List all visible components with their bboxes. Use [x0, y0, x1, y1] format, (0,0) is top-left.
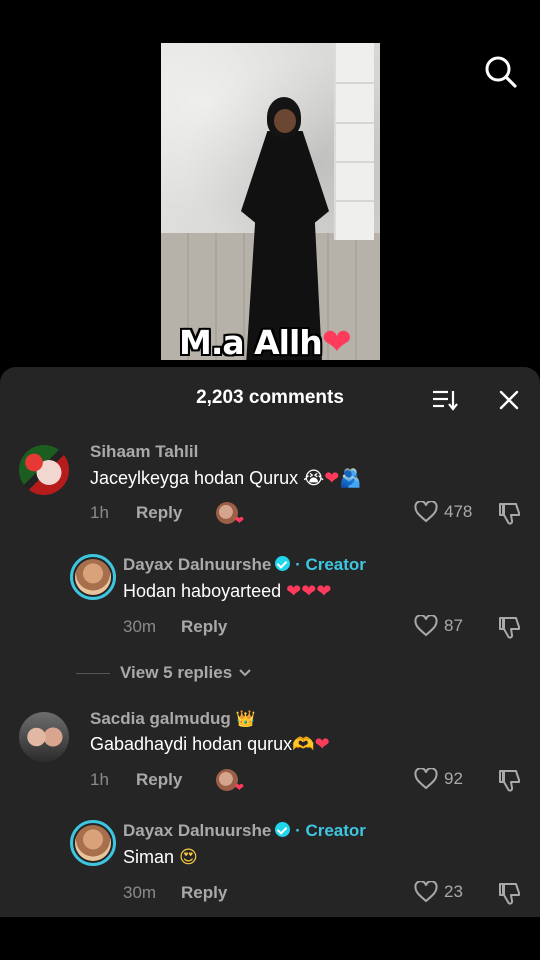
avatar[interactable]	[19, 445, 69, 495]
search-button[interactable]	[484, 55, 518, 89]
creator-avatar[interactable]	[70, 554, 116, 600]
heart-emoji: ❤	[321, 322, 352, 360]
divider	[76, 672, 110, 674]
video-shelf	[334, 43, 374, 240]
like-count: 87	[444, 616, 463, 635]
heart-emoji: ❤	[316, 581, 332, 602]
dislike-icon	[499, 617, 520, 639]
comment-text: Gabadhaydi hodan qurux🫶❤	[90, 734, 330, 755]
dislike-icon	[499, 883, 520, 905]
reply-button[interactable]: Reply	[136, 503, 182, 523]
dislike-icon	[499, 503, 520, 525]
like-button[interactable]: 87	[414, 615, 463, 637]
comment-text: Jaceylkeyga hodan Qurux 😭❤🫂	[90, 468, 362, 489]
verified-icon	[275, 556, 291, 571]
close-button[interactable]	[498, 389, 520, 411]
verified-icon	[275, 822, 291, 837]
heart-outline-icon	[414, 615, 438, 637]
comment-text: Siman 😍	[123, 847, 198, 868]
crying-emoji: 😭	[303, 468, 325, 489]
comments-sheet: 2,203 comments Sihaam Tahlil Jaceylkeyga…	[0, 367, 540, 917]
comment-username[interactable]: Dayax Dalnuurshe · Creator	[123, 555, 366, 575]
like-button[interactable]: 478	[414, 501, 472, 523]
reply-button[interactable]: Reply	[136, 770, 182, 790]
sort-button[interactable]	[432, 389, 458, 411]
comment-username[interactable]: Dayax Dalnuurshe · Creator	[123, 821, 366, 841]
like-button[interactable]: 23	[414, 881, 463, 903]
reply-button[interactable]: Reply	[181, 617, 227, 637]
close-icon	[499, 390, 519, 410]
chevron-down-icon	[239, 669, 251, 677]
dislike-button[interactable]	[497, 768, 521, 792]
dislike-button[interactable]	[497, 615, 521, 639]
heart-eyes-emoji: 😍	[179, 847, 198, 868]
heart-emoji: ❤	[314, 734, 330, 755]
heart-outline-icon	[414, 768, 438, 790]
comments-count-title: 2,203 comments	[196, 387, 344, 408]
like-count: 92	[444, 769, 463, 788]
avatar[interactable]	[19, 712, 69, 762]
reply-button[interactable]: Reply	[181, 883, 227, 903]
comment-username[interactable]: Sacdia galmudug 👑	[90, 709, 255, 729]
view-replies-button[interactable]: View 5 replies	[76, 663, 252, 683]
like-button[interactable]: 92	[414, 768, 463, 790]
like-count: 23	[444, 882, 463, 901]
comment-time: 30m	[123, 617, 157, 636]
video-person	[237, 97, 329, 360]
heart-emoji: ❤	[324, 468, 340, 489]
heart-hands-emoji: 🫶	[292, 734, 315, 755]
dislike-icon	[499, 770, 520, 792]
sort-icon	[433, 390, 458, 411]
dislike-button[interactable]	[497, 881, 521, 905]
view-replies-label: View 5 replies	[120, 663, 233, 682]
creator-liked-avatar: ❤	[216, 769, 244, 794]
heart-outline-icon	[414, 501, 438, 523]
comment-time: 1h	[90, 770, 109, 789]
crown-emoji: 👑	[235, 711, 256, 728]
creator-liked-avatar: ❤	[216, 502, 244, 527]
video-preview[interactable]: M.a Allh❤	[161, 43, 380, 360]
search-icon	[485, 56, 517, 88]
like-count: 478	[444, 502, 473, 521]
creator-badge: · Creator	[295, 821, 366, 840]
comment-time: 1h	[90, 503, 109, 522]
creator-badge: · Creator	[295, 555, 366, 574]
comment-username[interactable]: Sihaam Tahlil	[90, 442, 198, 462]
comment-text: Hodan haboyarteed ❤❤❤	[123, 581, 332, 602]
comment-time: 30m	[123, 883, 157, 902]
creator-avatar[interactable]	[70, 820, 116, 866]
hug-emoji: 🫂	[339, 468, 362, 489]
dislike-button[interactable]	[497, 501, 521, 525]
heart-emoji: ❤	[301, 581, 317, 602]
heart-emoji: ❤	[286, 581, 302, 602]
heart-outline-icon	[414, 881, 438, 903]
video-caption: M.a Allh❤	[179, 322, 352, 360]
